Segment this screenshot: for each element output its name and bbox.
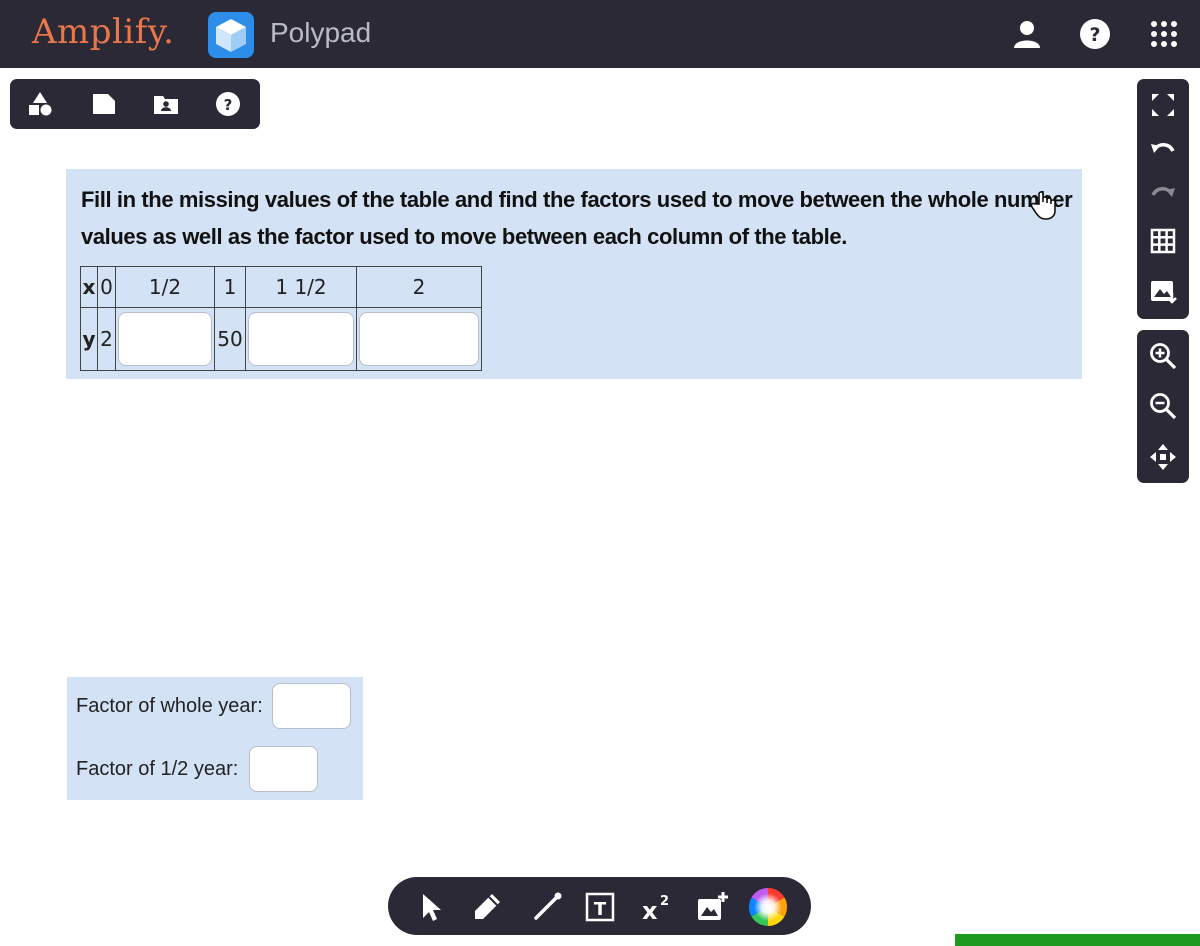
fullscreen-icon[interactable] bbox=[1149, 91, 1177, 119]
pointer-icon[interactable] bbox=[414, 890, 448, 924]
x-label: x bbox=[80, 266, 98, 308]
table-input-cell bbox=[245, 307, 357, 371]
user-icon[interactable] bbox=[1010, 17, 1044, 51]
equation-icon[interactable]: x 2 bbox=[639, 890, 673, 924]
svg-text:?: ? bbox=[224, 96, 233, 114]
task-panel: Fill in the missing values of the table … bbox=[66, 169, 1082, 379]
svg-text:?: ? bbox=[1089, 24, 1100, 46]
text-box-icon[interactable]: T bbox=[583, 890, 617, 924]
polypad-cube-icon bbox=[208, 12, 254, 58]
right-toolbar-history bbox=[1137, 79, 1189, 319]
whole-year-factor-input[interactable] bbox=[272, 683, 351, 729]
values-table: x 0 1/2 1 1 1/2 2 y 2 50 bbox=[80, 266, 482, 371]
whole-year-factor-label: Factor of whole year: bbox=[76, 695, 263, 717]
zoom-in-icon[interactable] bbox=[1149, 342, 1177, 370]
y-two-input[interactable] bbox=[359, 312, 479, 366]
right-toolbar-zoom bbox=[1137, 330, 1189, 483]
top-bar: Amplify. Polypad ? bbox=[0, 0, 1200, 68]
color-wheel-icon[interactable] bbox=[748, 887, 788, 927]
table-cell: 1 1/2 bbox=[245, 266, 357, 308]
pen-icon[interactable] bbox=[470, 890, 504, 924]
table-cell: 1 bbox=[214, 266, 246, 308]
table-input-cell bbox=[356, 307, 482, 371]
export-image-icon[interactable] bbox=[1149, 277, 1177, 305]
equation-exponent-glyph: 2 bbox=[660, 894, 669, 909]
zoom-out-icon[interactable] bbox=[1149, 392, 1177, 420]
equation-base-glyph: x bbox=[642, 897, 658, 924]
file-icon[interactable] bbox=[91, 91, 117, 117]
half-year-factor-label: Factor of 1/2 year: bbox=[76, 758, 239, 780]
app-name: Polypad bbox=[270, 17, 372, 48]
table-cell: 2 bbox=[97, 307, 116, 371]
folder-icon[interactable] bbox=[153, 91, 179, 117]
line-icon[interactable] bbox=[530, 890, 564, 924]
undo-icon[interactable] bbox=[1149, 137, 1177, 165]
help-icon[interactable]: ? bbox=[215, 91, 241, 117]
table-cell: 50 bbox=[214, 307, 246, 371]
y-label: y bbox=[80, 307, 98, 371]
table-cell: 1/2 bbox=[115, 266, 215, 308]
y-half-input[interactable] bbox=[118, 312, 212, 366]
left-toolbar: ? bbox=[10, 79, 260, 129]
status-bar bbox=[955, 934, 1200, 946]
half-year-factor-input[interactable] bbox=[249, 746, 318, 792]
pan-icon[interactable] bbox=[1149, 443, 1177, 471]
grid-icon[interactable] bbox=[1149, 227, 1177, 255]
factor-panel: Factor of whole year: Factor of 1/2 year… bbox=[67, 677, 363, 800]
add-image-icon[interactable] bbox=[695, 890, 729, 924]
table-row: x 0 1/2 1 1 1/2 2 bbox=[80, 266, 482, 308]
brand-logo[interactable]: Amplify. bbox=[32, 12, 174, 52]
redo-icon[interactable] bbox=[1149, 181, 1177, 209]
y-one-and-half-input[interactable] bbox=[248, 312, 354, 366]
bottom-toolbar: T x 2 bbox=[388, 877, 811, 935]
hand-cursor-icon bbox=[1030, 191, 1056, 220]
table-cell: 2 bbox=[356, 266, 482, 308]
text-box-glyph: T bbox=[594, 899, 607, 920]
table-cell: 0 bbox=[97, 266, 116, 308]
apps-grid-icon[interactable] bbox=[1147, 17, 1181, 51]
shapes-icon[interactable] bbox=[27, 91, 53, 117]
table-input-cell bbox=[115, 307, 215, 371]
table-row: y 2 50 bbox=[80, 307, 482, 371]
help-icon[interactable]: ? bbox=[1078, 17, 1112, 51]
instructions-text: Fill in the missing values of the table … bbox=[81, 187, 1073, 249]
